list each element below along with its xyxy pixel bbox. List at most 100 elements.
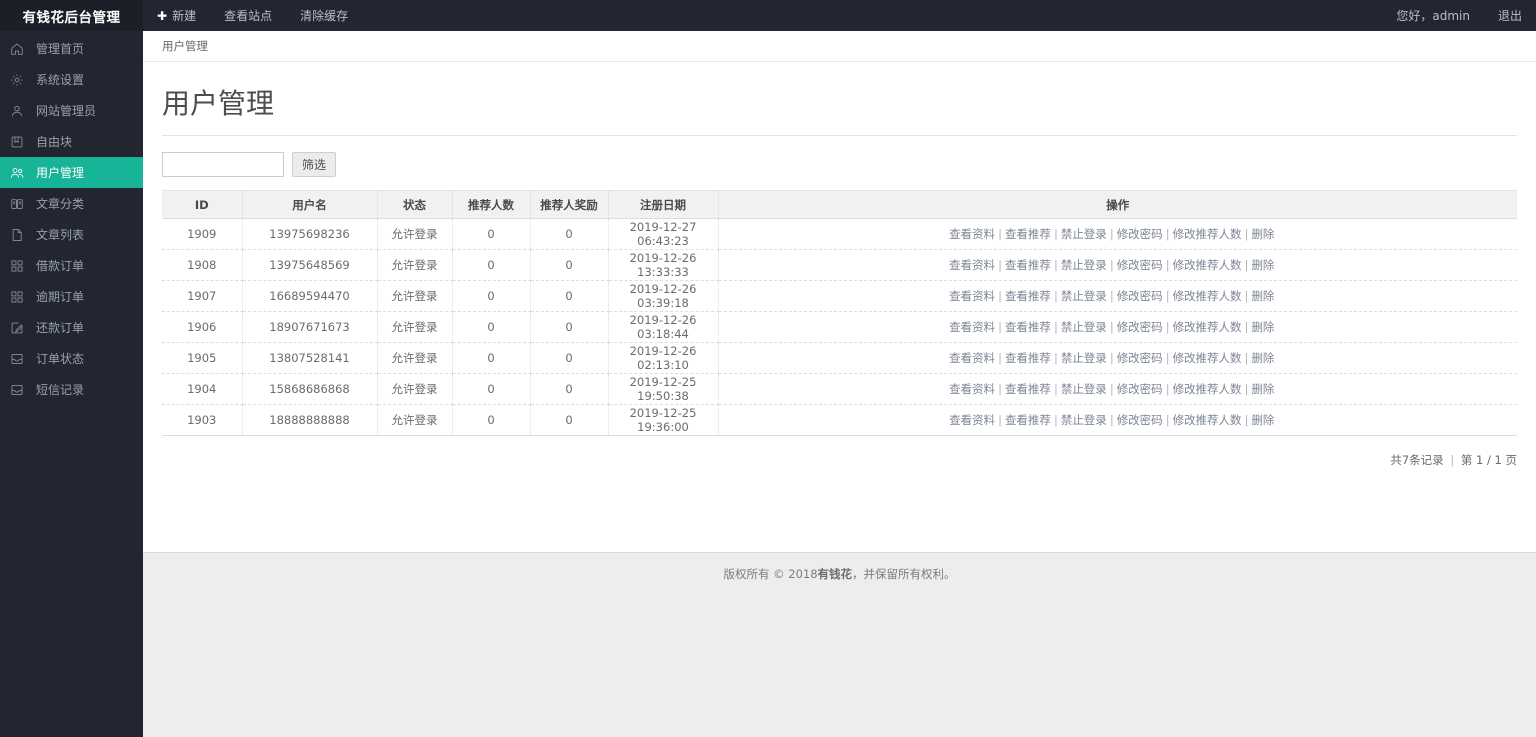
table-row: 1907 16689594470 允许登录 0 0 2019-12-26 03:39:18… <box>162 280 1517 312</box>
sidebar-item-6[interactable]: 文章列表 <box>0 219 143 250</box>
cell-actions: 查看资料 | 查看推荐 | 禁止登录 | 修改密码 | 修改推荐人数 | 删除 <box>718 342 1517 374</box>
table-row: 1903 18888888888 允许登录 0 0 2019-12-25 19:36:00… <box>162 404 1517 436</box>
sidebar-item-2[interactable]: 网站管理员 <box>0 95 143 126</box>
action-link-0[interactable]: 查看资料 <box>949 320 995 334</box>
action-link-1[interactable]: 查看推荐 <box>1005 227 1051 241</box>
action-link-5[interactable]: 删除 <box>1251 227 1274 241</box>
breadcrumb: 用户管理 <box>143 31 1536 62</box>
action-separator: | <box>1109 351 1114 365</box>
action-link-3[interactable]: 修改密码 <box>1117 320 1163 334</box>
topnav-item-label: 查看站点 <box>224 9 273 23</box>
table-row: 1908 13975648569 允许登录 0 0 2019-12-26 13:33:33… <box>162 249 1517 281</box>
action-link-3[interactable]: 修改密码 <box>1117 413 1163 427</box>
sidebar-item-3[interactable]: 自由块 <box>0 126 143 157</box>
cell-id: 1908 <box>162 249 243 281</box>
cell-username: 15868686868 <box>242 373 378 405</box>
action-link-4[interactable]: 修改推荐人数 <box>1173 382 1242 396</box>
topnav-item-0[interactable]: ✚ 新建 <box>143 0 210 31</box>
action-link-3[interactable]: 修改密码 <box>1117 289 1163 303</box>
action-link-0[interactable]: 查看资料 <box>949 351 995 365</box>
action-link-4[interactable]: 修改推荐人数 <box>1173 413 1242 427</box>
cell-status: 允许登录 <box>377 311 453 343</box>
cell-ref_count: 0 <box>452 249 531 281</box>
action-link-3[interactable]: 修改密码 <box>1117 351 1163 365</box>
open-book-icon <box>10 196 30 212</box>
action-link-1[interactable]: 查看推荐 <box>1005 413 1051 427</box>
sidebar-item-5[interactable]: 文章分类 <box>0 188 143 219</box>
filter-button[interactable]: 筛选 <box>292 152 337 177</box>
sidebar-item-1[interactable]: 系统设置 <box>0 64 143 95</box>
action-link-5[interactable]: 删除 <box>1251 258 1274 272</box>
action-link-2[interactable]: 禁止登录 <box>1061 320 1107 334</box>
action-link-5[interactable]: 删除 <box>1251 382 1274 396</box>
cell-ref_count: 0 <box>452 218 531 250</box>
sidebar-item-9[interactable]: 还款订单 <box>0 312 143 343</box>
sidebar-item-label: 还款订单 <box>36 320 85 335</box>
table-column-header: 操作 <box>718 190 1517 219</box>
action-link-0[interactable]: 查看资料 <box>949 413 995 427</box>
inbox-icon <box>10 351 30 367</box>
action-link-5[interactable]: 删除 <box>1251 351 1274 365</box>
action-link-3[interactable]: 修改密码 <box>1117 258 1163 272</box>
cell-reg_date: 2019-12-26 03:39:18 <box>608 280 719 312</box>
plus-icon: ✚ <box>157 8 168 23</box>
topnav-item-1[interactable]: 查看站点 <box>210 0 286 31</box>
action-link-1[interactable]: 查看推荐 <box>1005 382 1051 396</box>
sidebar-item-10[interactable]: 订单状态 <box>0 343 143 374</box>
cell-ref_count: 0 <box>452 311 531 343</box>
breadcrumb-current[interactable]: 用户管理 <box>162 38 208 54</box>
action-link-5[interactable]: 删除 <box>1251 289 1274 303</box>
action-link-0[interactable]: 查看资料 <box>949 258 995 272</box>
action-link-2[interactable]: 禁止登录 <box>1061 227 1107 241</box>
cell-reg_date: 2019-12-26 13:33:33 <box>608 249 719 281</box>
action-separator: | <box>1165 351 1170 365</box>
action-link-5[interactable]: 删除 <box>1251 320 1274 334</box>
sidebar-item-7[interactable]: 借款订单 <box>0 250 143 281</box>
action-link-0[interactable]: 查看资料 <box>949 289 995 303</box>
action-link-2[interactable]: 禁止登录 <box>1061 289 1107 303</box>
action-link-2[interactable]: 禁止登录 <box>1061 351 1107 365</box>
cell-ref_reward: 0 <box>530 342 609 374</box>
action-link-4[interactable]: 修改推荐人数 <box>1173 351 1242 365</box>
action-link-3[interactable]: 修改密码 <box>1117 227 1163 241</box>
action-link-0[interactable]: 查看资料 <box>949 382 995 396</box>
action-link-2[interactable]: 禁止登录 <box>1061 258 1107 272</box>
action-link-4[interactable]: 修改推荐人数 <box>1173 258 1242 272</box>
topnav-item-2[interactable]: 清除缓存 <box>286 0 362 31</box>
action-link-1[interactable]: 查看推荐 <box>1005 351 1051 365</box>
search-input[interactable] <box>162 152 284 177</box>
action-separator: | <box>1053 320 1058 334</box>
action-link-4[interactable]: 修改推荐人数 <box>1173 227 1242 241</box>
action-separator: | <box>1109 382 1114 396</box>
sidebar-logo[interactable]: 有钱花后台管理 <box>0 0 143 31</box>
topbar-left-group: ✚ 新建 查看站点 清除缓存 <box>143 0 362 31</box>
topbar-right-group: 您好，admin 退出 <box>1382 0 1536 31</box>
action-link-2[interactable]: 禁止登录 <box>1061 413 1107 427</box>
cell-id: 1906 <box>162 311 243 343</box>
sidebar-item-0[interactable]: 管理首页 <box>0 33 143 64</box>
action-separator: | <box>998 258 1002 272</box>
logout-button[interactable]: 退出 <box>1484 0 1536 31</box>
action-separator: | <box>1053 413 1058 427</box>
sidebar-item-label: 文章列表 <box>36 227 85 242</box>
cell-status: 允许登录 <box>377 218 453 250</box>
action-link-1[interactable]: 查看推荐 <box>1005 289 1051 303</box>
action-separator: | <box>1109 227 1114 241</box>
content-area: 用户管理 用户管理 筛选 ID 用户名 状态 推荐人数 推荐人奖励 注册日期 操作 <box>143 31 1536 737</box>
action-separator: | <box>1053 289 1058 303</box>
action-link-2[interactable]: 禁止登录 <box>1061 382 1107 396</box>
sidebar-item-8[interactable]: 逾期订单 <box>0 281 143 312</box>
action-link-1[interactable]: 查看推荐 <box>1005 320 1051 334</box>
cell-id: 1903 <box>162 404 243 436</box>
action-link-1[interactable]: 查看推荐 <box>1005 258 1051 272</box>
action-link-3[interactable]: 修改密码 <box>1117 382 1163 396</box>
action-link-0[interactable]: 查看资料 <box>949 227 995 241</box>
sidebar-item-11[interactable]: 短信记录 <box>0 374 143 405</box>
action-link-5[interactable]: 删除 <box>1251 413 1274 427</box>
action-link-4[interactable]: 修改推荐人数 <box>1173 289 1242 303</box>
book-icon <box>10 134 30 150</box>
users-icon <box>10 165 30 181</box>
sidebar-item-4[interactable]: 用户管理 <box>0 157 143 188</box>
pagination: 共7条记录 | 第 1 / 1 页 <box>143 436 1536 468</box>
action-link-4[interactable]: 修改推荐人数 <box>1173 320 1242 334</box>
